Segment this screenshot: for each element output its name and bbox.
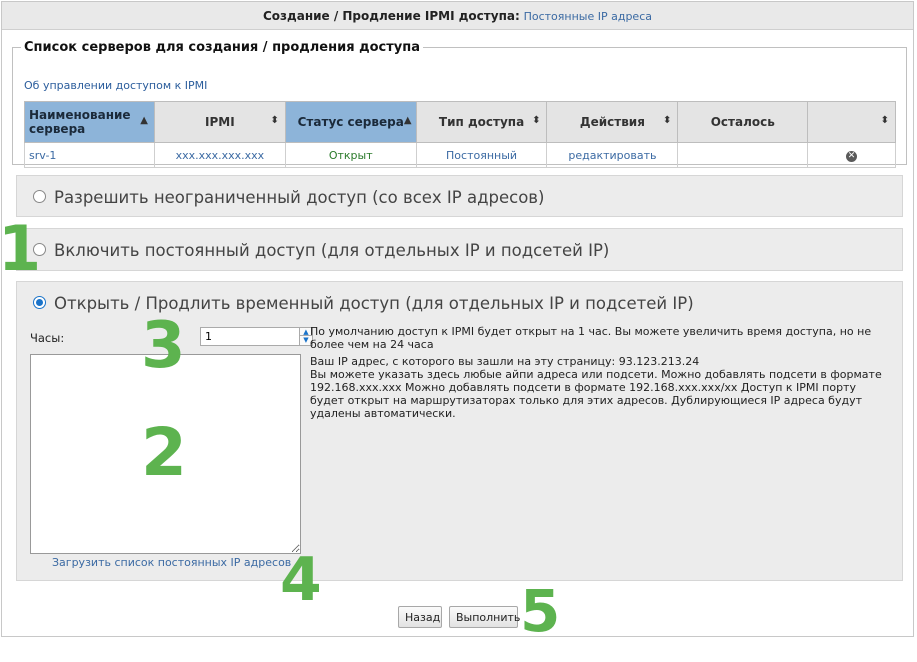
sort-arrows-icon: ⬍ bbox=[880, 115, 889, 126]
option-temporary[interactable]: Открыть / Продлить временный доступ (для… bbox=[33, 294, 694, 313]
column-header-actions[interactable]: Действия ⬍ bbox=[546, 101, 679, 143]
annotation-1: 1 bbox=[0, 212, 42, 285]
close-circle-icon[interactable]: ✕ bbox=[846, 151, 858, 162]
option-unlimited-panel: Разрешить неограниченный доступ (со всех… bbox=[16, 175, 903, 217]
table-header-row: Наименование сервера ▲ IPMI ⬍ Статус серве… bbox=[24, 101, 896, 143]
sort-up-icon: ▲ bbox=[140, 115, 148, 126]
column-header-label: Действия bbox=[579, 115, 645, 129]
annotation-3: 3 bbox=[141, 309, 186, 383]
column-header-label: Статус сервера bbox=[297, 115, 404, 129]
column-header-delete[interactable]: ⬍ bbox=[807, 101, 896, 143]
cell-server-name: srv-1 bbox=[24, 142, 155, 168]
back-button[interactable]: Назад bbox=[398, 606, 442, 628]
annotation-2: 2 bbox=[141, 414, 187, 491]
column-header-remaining[interactable]: Осталось bbox=[677, 101, 809, 143]
ipmi-access-window: Создание / Продление IPMI доступа: Посто… bbox=[1, 1, 914, 637]
option-permanent[interactable]: Включить постоянный доступ (для отдельны… bbox=[33, 241, 609, 260]
info-subnets: Вы можете указать здесь любые айпи адрес… bbox=[310, 368, 882, 420]
annotation-5: 5 bbox=[520, 577, 561, 645]
option-permanent-label: Включить постоянный доступ (для отдельны… bbox=[54, 241, 610, 260]
info-your-ip: Ваш IP адрес, с которого вы зашли на эту… bbox=[310, 355, 700, 368]
column-header-label: Наименование сервера bbox=[29, 108, 131, 136]
table-row: srv-1 xxx.xxx.xxx.xxx Открыт Постоянный … bbox=[24, 142, 896, 168]
submit-button[interactable]: Выполнить bbox=[449, 606, 520, 628]
column-header-access-type[interactable]: Тип доступа ⬍ bbox=[415, 101, 548, 143]
hours-input[interactable] bbox=[200, 327, 300, 346]
edit-link[interactable]: редактировать bbox=[546, 142, 679, 168]
option-unlimited-label: Разрешить неограниченный доступ (со всех… bbox=[54, 188, 545, 207]
column-header-name[interactable]: Наименование сервера ▲ bbox=[24, 101, 155, 143]
sort-arrows-icon: ⬍ bbox=[662, 115, 672, 126]
info-default-duration: По умолчанию доступ к IPMI будет открыт … bbox=[310, 325, 872, 351]
sort-up-icon: ▲ bbox=[403, 115, 412, 126]
page-subtitle: Постоянные IP адреса bbox=[523, 10, 652, 23]
cell-remaining bbox=[677, 142, 809, 168]
column-header-label: Осталось bbox=[710, 115, 775, 129]
column-header-label: IPMI bbox=[205, 115, 235, 129]
title-bar: Создание / Продление IPMI доступа: Посто… bbox=[2, 2, 913, 30]
column-header-label: Тип доступа bbox=[438, 115, 525, 129]
page-title: Создание / Продление IPMI доступа: bbox=[263, 9, 520, 23]
hours-label: Часы: bbox=[30, 331, 65, 345]
sort-arrows-icon: ⬍ bbox=[532, 115, 541, 126]
temporary-info: По умолчанию доступ к IPMI будет открыт … bbox=[310, 325, 890, 420]
cell-delete: ✕ bbox=[807, 142, 896, 168]
column-header-status[interactable]: Статус сервера ▲ bbox=[284, 101, 417, 143]
sort-arrows-icon: ⬍ bbox=[270, 115, 279, 126]
cell-ipmi: xxx.xxx.xxx.xxx bbox=[153, 142, 286, 168]
servers-fieldset: Список серверов для создания / продления… bbox=[12, 40, 907, 168]
option-unlimited[interactable]: Разрешить неограниченный доступ (со всех… bbox=[33, 188, 544, 207]
option-permanent-panel: Включить постоянный доступ (для отдельны… bbox=[16, 228, 903, 271]
column-header-ipmi[interactable]: IPMI ⬍ bbox=[153, 101, 286, 143]
servers-table: Наименование сервера ▲ IPMI ⬍ Статус серве… bbox=[24, 101, 896, 168]
cell-access-type: Постоянный bbox=[415, 142, 548, 168]
cell-status: Открыт bbox=[284, 142, 417, 168]
annotation-4: 4 bbox=[280, 545, 322, 615]
ipmi-management-link[interactable]: Об управлении доступом к IPMI bbox=[24, 79, 207, 92]
servers-legend: Список серверов для создания / продления… bbox=[24, 40, 420, 55]
load-permanent-ips-link[interactable]: Загрузить список постоянных IP адресов bbox=[52, 556, 291, 569]
radio-temporary[interactable] bbox=[33, 296, 46, 309]
radio-unlimited[interactable] bbox=[33, 190, 46, 203]
